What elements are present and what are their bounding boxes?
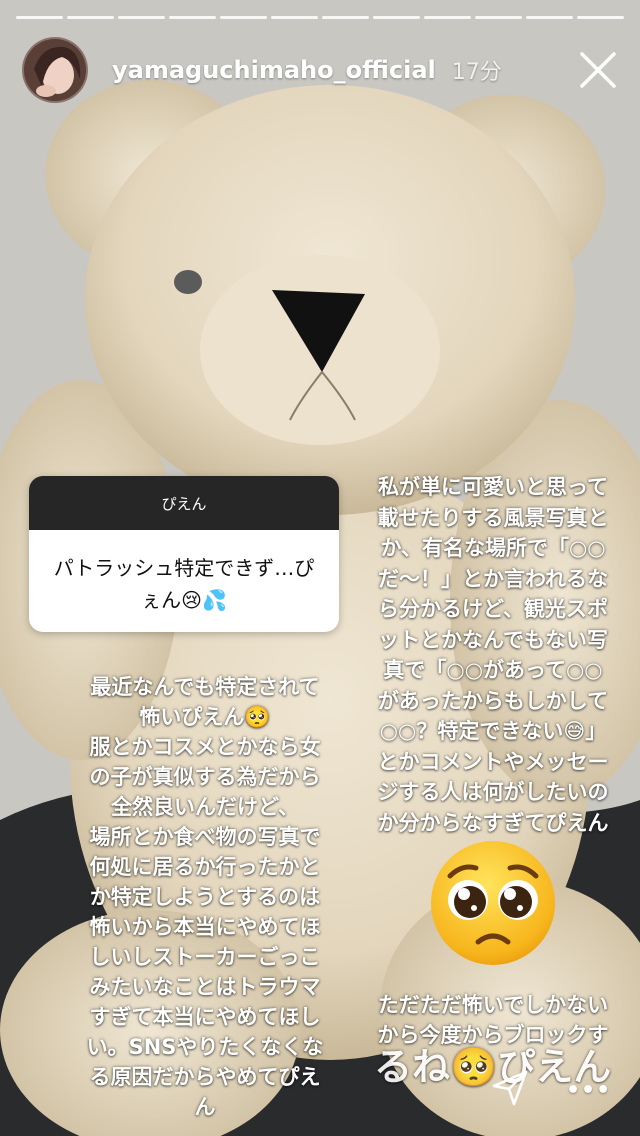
- story-progress-segment: [373, 16, 420, 19]
- question-sticker-header: ぴえん: [29, 476, 339, 530]
- story-text-left: 最近なんでも特定されて 怖いぴえん🥺 服とかコスメとかなら女 の子が真似する為だ…: [86, 675, 324, 1119]
- username[interactable]: yamaguchimaho_official: [112, 56, 436, 84]
- story-progress-segment: [67, 16, 114, 19]
- question-sticker-answer: パトラッシュ特定できず…ぴぇん😢💦: [53, 556, 315, 612]
- story-progress-segment: [424, 16, 471, 19]
- story-text-right: 私が単に可愛いと思って 載せたりする風景写真と か、有名な場所で「○○ だ〜！」…: [377, 475, 609, 835]
- story-progress-segment: [526, 16, 573, 19]
- post-time: 17分: [451, 60, 502, 85]
- story-progress-bar: [16, 16, 624, 19]
- story-progress-segment: [475, 16, 522, 19]
- story-progress-segment: [220, 16, 267, 19]
- story-progress-segment: [169, 16, 216, 19]
- send-icon[interactable]: [490, 1068, 530, 1108]
- story-header: yamaguchimaho_official 17分: [22, 34, 618, 106]
- story-progress-segment: [271, 16, 318, 19]
- more-icon[interactable]: •••: [566, 1078, 611, 1103]
- story-text-bottom: ただただ怖いでしかない から今度からブロックす: [377, 993, 609, 1047]
- pleading-face-emoji: [431, 841, 555, 965]
- avatar[interactable]: [22, 37, 88, 103]
- avatar-image: [24, 39, 86, 101]
- story-progress-segment: [322, 16, 369, 19]
- story-progress-segment: [577, 16, 624, 19]
- story-progress-segment: [118, 16, 165, 19]
- close-icon[interactable]: [578, 50, 618, 90]
- story-progress-segment: [16, 16, 63, 19]
- question-sticker: ぴえん パトラッシュ特定できず…ぴぇん😢💦: [29, 476, 339, 632]
